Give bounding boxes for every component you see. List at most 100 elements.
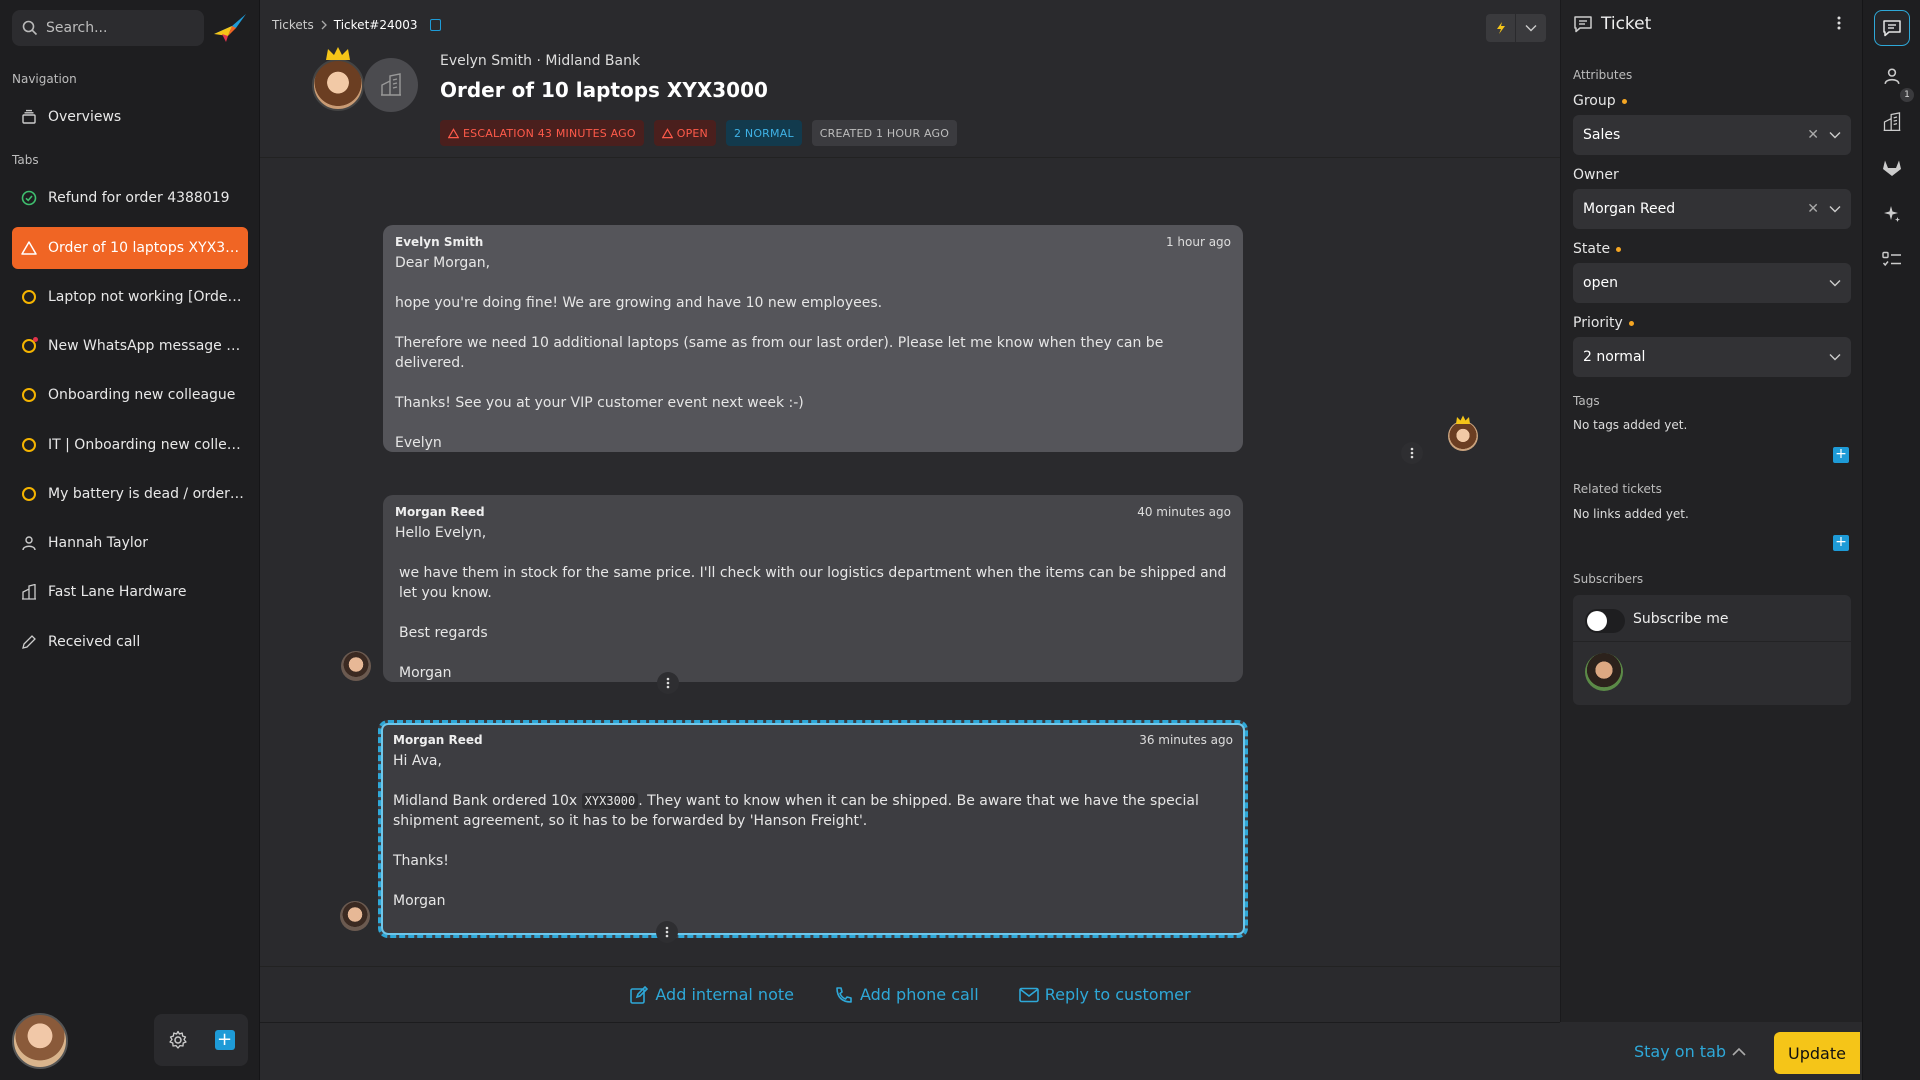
breadcrumb: Tickets Ticket#24003 bbox=[272, 18, 441, 32]
group-label: Group bbox=[1573, 93, 1627, 109]
checklist-icon bbox=[1882, 251, 1902, 269]
chevron-down-icon bbox=[1525, 24, 1537, 32]
tab-item-label: Order of 10 laptops XYX3000 bbox=[48, 240, 244, 256]
rail-organization-button[interactable] bbox=[1874, 104, 1910, 140]
add-phone-call-button[interactable]: Add phone call bbox=[834, 985, 979, 1005]
subscribe-me-label[interactable]: Subscribe me bbox=[1633, 611, 1728, 627]
stack-icon bbox=[20, 108, 38, 126]
group-select[interactable]: Sales ✕ bbox=[1573, 115, 1851, 155]
nav-item-overviews[interactable]: Overviews bbox=[12, 96, 248, 138]
rail-ticket-button[interactable] bbox=[1874, 10, 1910, 46]
update-button[interactable]: Update bbox=[1774, 1032, 1860, 1074]
search-input[interactable]: Search... bbox=[12, 10, 204, 46]
phone-icon bbox=[834, 985, 854, 1005]
add-link-button[interactable]: + bbox=[1833, 535, 1849, 551]
state-text: OPEN bbox=[676, 126, 708, 140]
gear-icon[interactable] bbox=[168, 1030, 188, 1050]
owner-select[interactable]: Morgan Reed ✕ bbox=[1573, 189, 1851, 229]
conversation-area: Evelyn Smith 1 hour ago Dear Morgan, hop… bbox=[260, 159, 1560, 965]
tab-item-label: Hannah Taylor bbox=[48, 535, 149, 551]
agent-small-avatar[interactable] bbox=[340, 901, 370, 931]
state-label-text: State bbox=[1573, 241, 1611, 257]
tab-item[interactable]: IT | Onboarding new colleague bbox=[12, 424, 248, 466]
tab-item[interactable]: New WhatsApp message fro... bbox=[12, 325, 248, 367]
header-dropdown-button[interactable] bbox=[1516, 14, 1546, 42]
ticket-badges: ESCALATION 43 MINUTES AGO OPEN 2 NORMAL … bbox=[440, 120, 958, 146]
macro-button[interactable] bbox=[1486, 14, 1516, 42]
update-label: Update bbox=[1788, 1043, 1846, 1063]
reply-to-customer-button[interactable]: Reply to customer bbox=[1018, 985, 1191, 1004]
pencil-icon bbox=[20, 633, 38, 651]
chevron-down-icon bbox=[1829, 353, 1841, 361]
article-menu-button[interactable] bbox=[656, 921, 678, 943]
ticket-header: Tickets Ticket#24003 Evelyn Smith · Midl… bbox=[260, 0, 1560, 158]
check-circle-icon bbox=[20, 189, 38, 207]
clear-icon[interactable]: ✕ bbox=[1807, 201, 1819, 217]
tab-item[interactable]: Hannah Taylor bbox=[12, 522, 248, 564]
rail-checklist-button[interactable] bbox=[1874, 242, 1910, 278]
add-internal-note-button[interactable]: Add internal note bbox=[629, 985, 794, 1005]
tab-item-label: Fast Lane Hardware bbox=[48, 584, 187, 600]
tab-item[interactable]: Onboarding new colleague bbox=[12, 374, 248, 416]
priority-select[interactable]: 2 normal bbox=[1573, 337, 1851, 377]
related-tickets-label: Related tickets bbox=[1573, 482, 1662, 496]
customer-avatar[interactable] bbox=[312, 59, 364, 111]
organization-avatar[interactable] bbox=[364, 58, 418, 112]
article-menu-button[interactable] bbox=[1401, 442, 1423, 464]
building-icon bbox=[20, 583, 38, 601]
state-select[interactable]: open bbox=[1573, 263, 1851, 303]
current-user-avatar[interactable] bbox=[12, 1013, 68, 1069]
article-body: Hi Ava, Midland Bank ordered 10x XYX3000… bbox=[393, 751, 1233, 911]
building-icon bbox=[379, 73, 403, 97]
article-author[interactable]: Evelyn Smith bbox=[395, 235, 483, 249]
panel-menu-button[interactable] bbox=[1837, 16, 1841, 30]
customer-small-avatar[interactable] bbox=[1448, 421, 1478, 451]
article-menu-button[interactable] bbox=[657, 672, 679, 694]
subscribe-toggle[interactable] bbox=[1585, 609, 1625, 633]
main-area: Tickets Ticket#24003 Evelyn Smith · Midl… bbox=[260, 0, 1560, 1080]
related-empty-text: No links added yet. bbox=[1573, 507, 1689, 521]
tab-item[interactable]: Refund for order 4388019 bbox=[12, 177, 248, 219]
required-dot-icon bbox=[1621, 98, 1627, 104]
tab-item[interactable]: Laptop not working [Order 9... bbox=[12, 276, 248, 318]
article-line: Hello Evelyn, bbox=[395, 525, 487, 541]
stay-on-tab-button[interactable]: Stay on tab bbox=[1634, 1042, 1746, 1061]
article-internal-note[interactable]: Morgan Reed 36 minutes ago Hi Ava, Midla… bbox=[378, 720, 1248, 938]
edit-note-icon bbox=[629, 985, 649, 1005]
article-author[interactable]: Morgan Reed bbox=[393, 733, 483, 747]
chevron-down-icon bbox=[1829, 205, 1841, 213]
tab-item-active[interactable]: Order of 10 laptops XYX3000 bbox=[12, 227, 248, 269]
nav-item-label: Overviews bbox=[48, 109, 122, 125]
tab-item[interactable]: Fast Lane Hardware bbox=[12, 571, 248, 613]
rail-gitlab-button[interactable] bbox=[1874, 150, 1910, 186]
article-agent[interactable]: Morgan Reed 40 minutes ago Hello Evelyn,… bbox=[383, 495, 1243, 682]
article-author[interactable]: Morgan Reed bbox=[395, 505, 485, 519]
ticket-attributes-panel: Ticket Attributes Group Sales ✕ Owner Mo… bbox=[1560, 0, 1862, 1080]
owner-value: Morgan Reed bbox=[1583, 201, 1676, 217]
ticket-customer-line[interactable]: Evelyn Smith · Midland Bank bbox=[440, 53, 640, 69]
article-customer[interactable]: Evelyn Smith 1 hour ago Dear Morgan, hop… bbox=[383, 225, 1243, 452]
add-tag-button[interactable]: + bbox=[1833, 447, 1849, 463]
owner-label: Owner bbox=[1573, 167, 1619, 183]
article-line: Best regards bbox=[399, 625, 488, 641]
agent-small-avatar[interactable] bbox=[341, 651, 371, 681]
breadcrumb-root[interactable]: Tickets bbox=[272, 18, 314, 32]
divider bbox=[1573, 641, 1851, 642]
subscriber-avatar[interactable] bbox=[1585, 653, 1623, 691]
chevron-right-icon bbox=[320, 20, 328, 30]
kebab-icon bbox=[1410, 447, 1414, 459]
priority-label: Priority bbox=[1573, 315, 1634, 331]
rail-ai-button[interactable] bbox=[1874, 196, 1910, 232]
new-item-button[interactable]: + bbox=[214, 1030, 235, 1050]
tags-label: Tags bbox=[1573, 394, 1600, 408]
ticket-title[interactable]: Order of 10 laptops XYX3000 bbox=[440, 78, 768, 102]
escalation-badge: ESCALATION 43 MINUTES AGO bbox=[440, 120, 644, 146]
tab-item-label: Laptop not working [Order 9... bbox=[48, 289, 244, 305]
tab-item[interactable]: My battery is dead / order 11... bbox=[12, 473, 248, 515]
tab-item[interactable]: Received call bbox=[12, 621, 248, 663]
navigation-section-label: Navigation bbox=[12, 72, 77, 86]
unread-dot-icon bbox=[33, 337, 38, 342]
app-logo-icon[interactable] bbox=[212, 12, 248, 44]
clear-icon[interactable]: ✕ bbox=[1807, 127, 1819, 143]
copy-icon[interactable] bbox=[429, 19, 441, 31]
